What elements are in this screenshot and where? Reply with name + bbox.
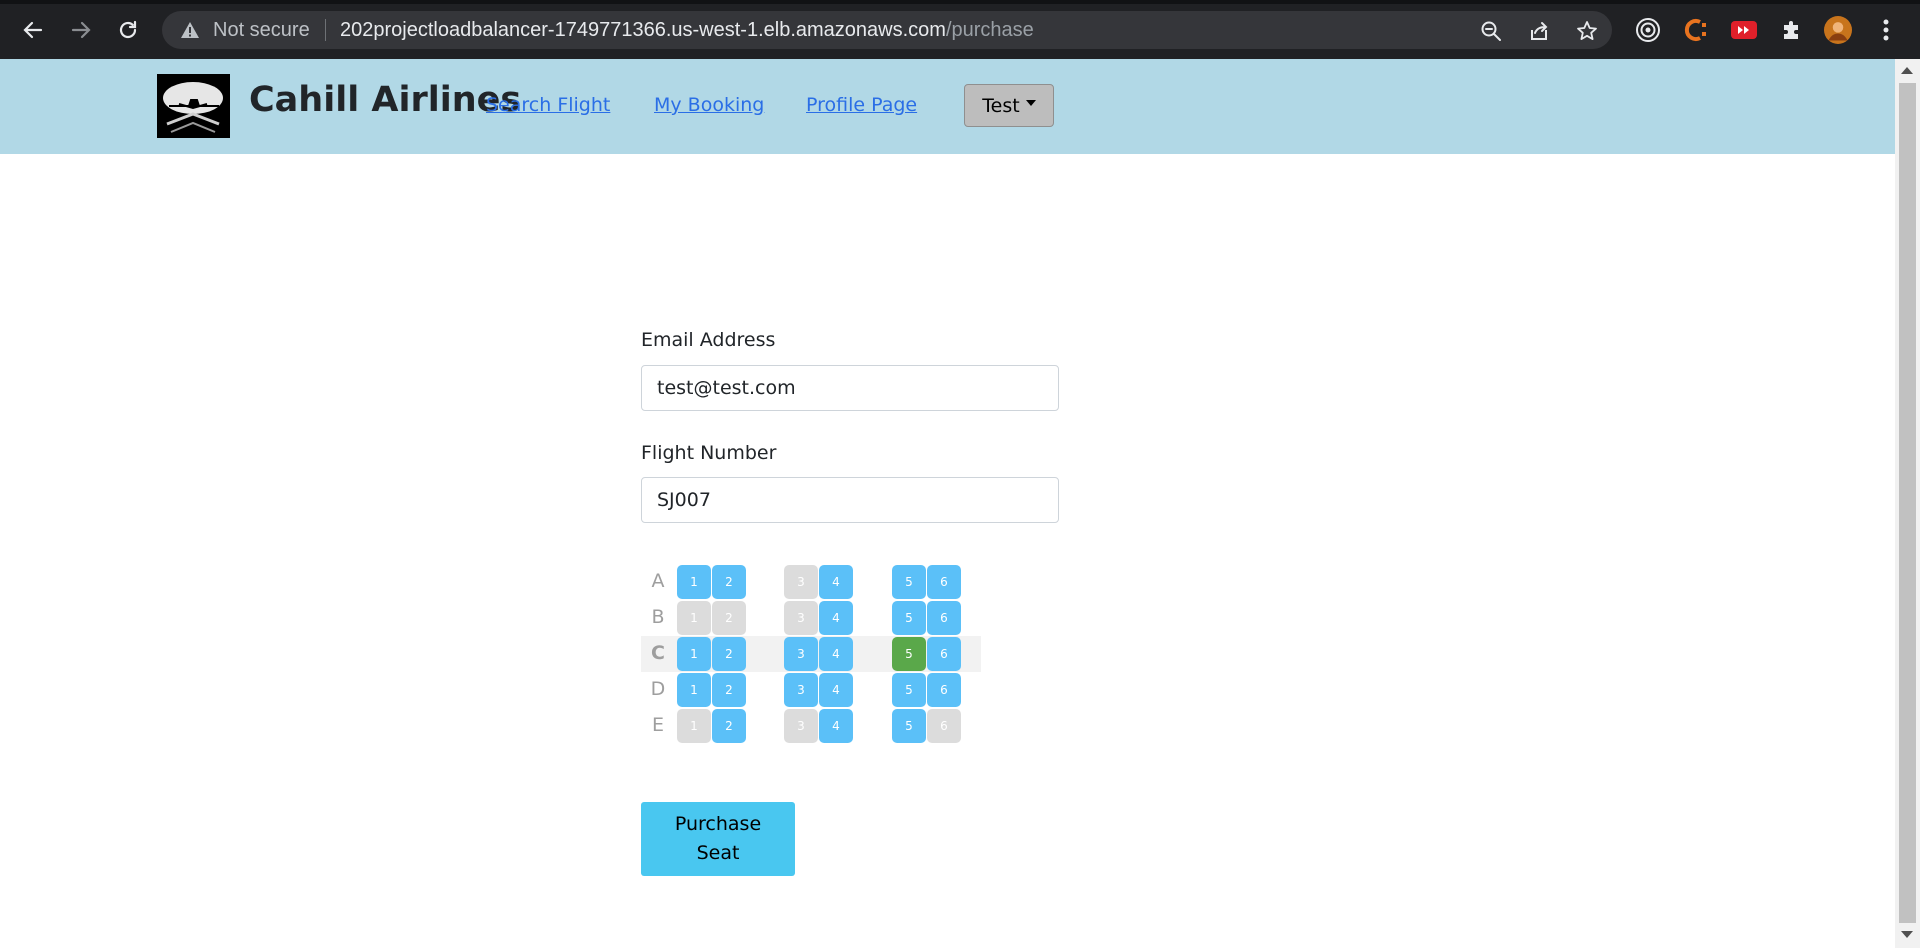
flight-number-label: Flight Number bbox=[641, 442, 777, 464]
seat-e3: 3 bbox=[784, 709, 818, 743]
url-host: 202projectloadbalancer-1749771366.us-wes… bbox=[340, 19, 946, 41]
email-label: Email Address bbox=[641, 329, 776, 351]
seat-b5[interactable]: 5 bbox=[892, 601, 926, 635]
seat-c5[interactable]: 5 bbox=[892, 637, 926, 671]
row-letter: C bbox=[651, 642, 665, 664]
extension-target-icon[interactable] bbox=[1634, 16, 1662, 44]
seat-e6: 6 bbox=[927, 709, 961, 743]
seat-b6[interactable]: 6 bbox=[927, 601, 961, 635]
caret-down-icon bbox=[1025, 99, 1036, 106]
seat-d6[interactable]: 6 bbox=[927, 673, 961, 707]
address-bar[interactable]: Not secure 202projectloadbalancer-174977… bbox=[162, 11, 1612, 49]
seat-e1: 1 bbox=[677, 709, 711, 743]
seat-c6[interactable]: 6 bbox=[927, 637, 961, 671]
scroll-up-arrow-icon[interactable] bbox=[1901, 67, 1913, 74]
url-path: /purchase bbox=[945, 19, 1034, 41]
seat-b2: 2 bbox=[712, 601, 746, 635]
seat-row: A12 34 56 bbox=[641, 564, 981, 600]
bookmark-star-icon[interactable] bbox=[1574, 18, 1600, 44]
purchase-line-2: Seat bbox=[696, 842, 740, 864]
flight-number-field[interactable] bbox=[641, 477, 1059, 523]
seat-e2[interactable]: 2 bbox=[712, 709, 746, 743]
seat-e4[interactable]: 4 bbox=[819, 709, 853, 743]
seat-map: A123456B123456C123456D123456E123456 bbox=[641, 564, 981, 744]
user-dropdown-button[interactable]: Test bbox=[964, 84, 1054, 127]
seat-a6[interactable]: 6 bbox=[927, 565, 961, 599]
brand-title[interactable]: Cahill Airlines bbox=[249, 80, 521, 120]
email-field[interactable] bbox=[641, 365, 1059, 411]
seat-a2[interactable]: 2 bbox=[712, 565, 746, 599]
seat-e5[interactable]: 5 bbox=[892, 709, 926, 743]
seat-row: D12 34 56 bbox=[641, 672, 981, 708]
extension-video-icon[interactable] bbox=[1730, 16, 1758, 44]
seat-row: C12 34 56 bbox=[641, 636, 981, 672]
seat-b3: 3 bbox=[784, 601, 818, 635]
purchase-seat-button[interactable]: Purchase Seat bbox=[641, 802, 795, 876]
seat-c1[interactable]: 1 bbox=[677, 637, 711, 671]
row-letter: D bbox=[650, 678, 666, 700]
forward-arrow-icon[interactable] bbox=[63, 12, 99, 48]
user-dropdown-label: Test bbox=[982, 94, 1020, 117]
airline-logo[interactable] bbox=[157, 74, 230, 138]
warning-icon[interactable] bbox=[180, 20, 200, 45]
row-letter: B bbox=[651, 606, 665, 628]
seat-d2[interactable]: 2 bbox=[712, 673, 746, 707]
seat-d3[interactable]: 3 bbox=[784, 673, 818, 707]
seat-row: E12 34 56 bbox=[641, 708, 981, 744]
scroll-down-arrow-icon[interactable] bbox=[1901, 931, 1913, 938]
extension-c-icon[interactable] bbox=[1682, 16, 1710, 44]
site-navbar: Cahill Airlines Search Flight My Booking… bbox=[0, 59, 1895, 154]
seat-d4[interactable]: 4 bbox=[819, 673, 853, 707]
browser-toolbar: Not secure 202projectloadbalancer-174977… bbox=[0, 0, 1920, 59]
row-letter: E bbox=[651, 714, 664, 736]
seat-a3: 3 bbox=[784, 565, 818, 599]
url-text[interactable]: 202projectloadbalancer-1749771366.us-wes… bbox=[340, 19, 1034, 42]
seat-row: B12 34 56 bbox=[641, 600, 981, 636]
seat-d1[interactable]: 1 bbox=[677, 673, 711, 707]
row-letter: A bbox=[651, 570, 665, 592]
tab-strip-edge bbox=[0, 0, 1920, 4]
seat-b4[interactable]: 4 bbox=[819, 601, 853, 635]
security-label[interactable]: Not secure bbox=[213, 19, 310, 42]
browser-menu-icon[interactable] bbox=[1872, 16, 1900, 44]
purchase-line-1: Purchase bbox=[674, 813, 762, 835]
divider bbox=[325, 19, 326, 41]
seat-d5[interactable]: 5 bbox=[892, 673, 926, 707]
share-icon[interactable] bbox=[1526, 18, 1552, 44]
seat-c3[interactable]: 3 bbox=[784, 637, 818, 671]
nav-link-search-flight[interactable]: Search Flight bbox=[486, 94, 610, 116]
back-arrow-icon[interactable] bbox=[15, 12, 51, 48]
nav-link-my-booking[interactable]: My Booking bbox=[654, 94, 764, 116]
extensions-puzzle-icon[interactable] bbox=[1778, 16, 1806, 44]
zoom-icon[interactable] bbox=[1478, 18, 1504, 44]
seat-b1: 1 bbox=[677, 601, 711, 635]
nav-link-profile-page[interactable]: Profile Page bbox=[806, 94, 917, 116]
scroll-thumb[interactable] bbox=[1899, 83, 1916, 923]
profile-avatar-icon[interactable] bbox=[1824, 16, 1852, 44]
seat-a1[interactable]: 1 bbox=[677, 565, 711, 599]
seat-c4[interactable]: 4 bbox=[819, 637, 853, 671]
seat-c2[interactable]: 2 bbox=[712, 637, 746, 671]
page-scrollbar[interactable] bbox=[1895, 59, 1920, 948]
seat-a4[interactable]: 4 bbox=[819, 565, 853, 599]
seat-a5[interactable]: 5 bbox=[892, 565, 926, 599]
reload-icon[interactable] bbox=[110, 12, 146, 48]
